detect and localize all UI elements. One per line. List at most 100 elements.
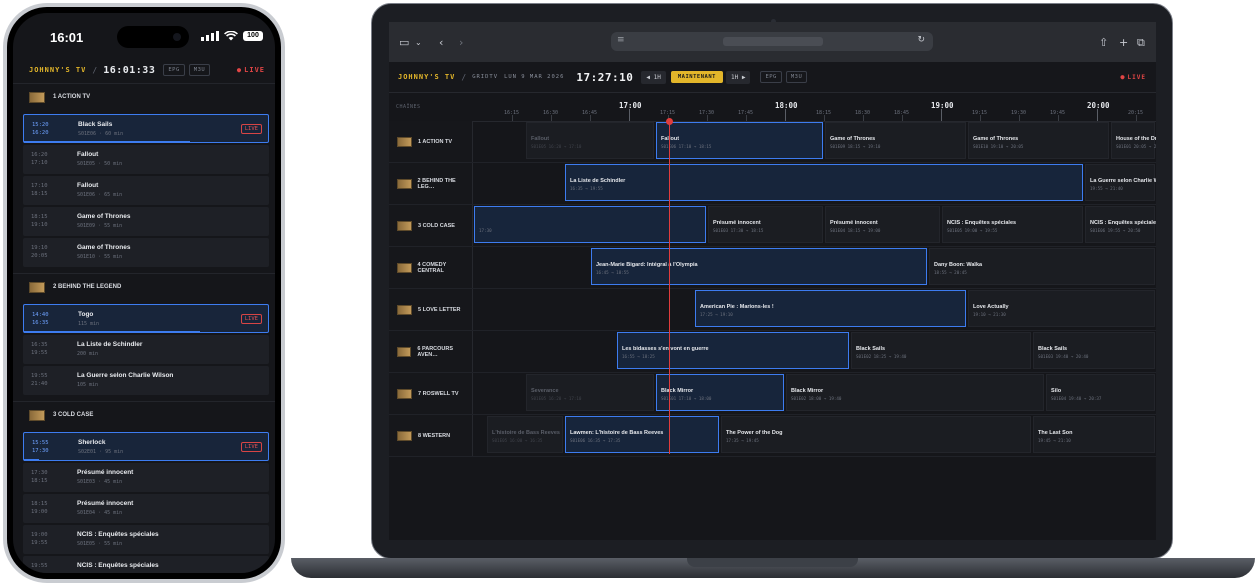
program-subtitle: S01E10 · 55 min (77, 254, 123, 260)
back-icon[interactable]: ‹ (439, 36, 443, 49)
channel-cell[interactable]: 8 WESTERN (389, 415, 473, 456)
channel-logo-icon (397, 178, 412, 189)
channel-cell[interactable]: 2 BEHIND THE LEG… (389, 163, 473, 204)
program-block[interactable]: NCIS : Enquêtes spéciales S01E05 19:00 → … (942, 206, 1083, 243)
epg-button[interactable]: EPG (163, 64, 185, 76)
program-row[interactable]: 14:40 16:35 Togo 115 min LIVE (23, 304, 269, 333)
program-row[interactable]: 19:55 NCIS : Enquêtes spéciales (23, 556, 269, 573)
program-subtitle: S01E06 · 60 min (78, 131, 124, 137)
program-block[interactable]: Jean-Marie Bigard: Intégral à l'Olympia 1… (591, 248, 927, 285)
channel-name: 7 ROSWELL TV (418, 390, 459, 397)
tabs-icon[interactable]: ⧉ (1137, 36, 1145, 50)
program-title: Game of Thrones (973, 136, 1019, 142)
address-bar[interactable]: ≡ ↻ (611, 32, 933, 51)
program-block[interactable]: Lawmen: L'histoire de Bass Reeves S01E06 … (565, 416, 719, 453)
program-time: 17:25 → 19:10 (700, 312, 733, 317)
program-row[interactable]: 19:00 19:55 NCIS : Enquêtes spéciales S01E0… (23, 525, 269, 554)
program-block[interactable]: L'histoire de Bass Reeves S01E05 16:00 → … (487, 416, 563, 453)
program-title: The Last Son (1038, 430, 1073, 436)
program-block[interactable]: House of the Dragon S01E01 20:05 → 21:00 (1111, 122, 1156, 159)
program-block[interactable]: Game of Thrones S01E10 19:10 → 20:05 (968, 122, 1109, 159)
channel-logo-icon (397, 430, 412, 441)
program-row[interactable]: 17:30 18:15 Présumé innocent S01E03 · 45 mi… (23, 463, 269, 492)
prev-hour-button[interactable]: ◀ 1H (641, 70, 666, 84)
url-text (723, 37, 823, 46)
program-block[interactable]: American Pie : Marions-les ! 17:25 → 19:1… (695, 290, 966, 327)
program-block[interactable]: La Liste de Schindler 16:35 → 19:55 (565, 164, 1083, 201)
channel-cell[interactable]: 3 COLD CASE (389, 205, 473, 246)
program-block[interactable]: Black Sails S01E02 18:25 → 19:40 (851, 332, 1031, 369)
timeline-tick (785, 109, 786, 121)
program-title: Black Sails (1038, 346, 1068, 352)
program-row[interactable]: 15:55 17:30 Sherlock S02E01 · 95 min LIVE (23, 432, 269, 461)
channel-header: 3 COLD CASE (13, 401, 275, 428)
program-block[interactable]: Silo S01E04 19:40 → 20:37 (1046, 374, 1155, 411)
program-block[interactable]: 17:30 (474, 206, 706, 243)
program-start: 17:10 (31, 183, 48, 189)
program-start: 15:55 (32, 440, 49, 446)
program-end: 18:15 (31, 191, 48, 197)
program-row[interactable]: 18:15 19:10 Game of Thrones S01E09 · 55 min (23, 207, 269, 236)
channel-cell[interactable]: 6 PARCOURS AVEN… (389, 331, 473, 372)
program-block[interactable]: The Last Son 19:45 → 21:10 (1033, 416, 1155, 453)
program-block[interactable]: The Power of the Dog 17:35 → 19:45 (721, 416, 1031, 453)
clock: 16:01:33 (103, 64, 156, 76)
program-block[interactable]: Fallout S01E06 17:10 → 18:15 (656, 122, 823, 159)
new-tab-icon[interactable]: + (1119, 36, 1128, 49)
program-end: 19:55 (31, 540, 48, 546)
program-title: Severance (531, 388, 559, 394)
program-row[interactable]: 15:20 16:20 Black Sails S01E06 · 60 min LIVE (23, 114, 269, 143)
program-subtitle: S02E01 · 95 min (78, 449, 124, 455)
channel-logo-icon (397, 136, 412, 147)
program-block[interactable]: Game of Thrones S01E09 18:15 → 19:10 (825, 122, 966, 159)
program-block[interactable]: Severance S01E05 16:20 → 17:10 (526, 374, 654, 411)
live-indicator: ● LIVE (1120, 73, 1146, 81)
channel-cell[interactable]: 1 ACTION TV (389, 121, 473, 162)
reload-icon[interactable]: ↻ (917, 35, 925, 45)
channel-cell[interactable]: 5 LOVE LETTER (389, 289, 473, 330)
program-row[interactable]: 18:15 19:00 Présumé innocent S01E04 · 45 mi… (23, 494, 269, 523)
sidebar-icon[interactable]: ▭ (399, 36, 409, 49)
m3u-button[interactable]: M3U (188, 64, 211, 76)
program-block[interactable]: Black Mirror S01E02 18:00 → 19:40 (786, 374, 1044, 411)
program-row[interactable]: 17:10 18:15 Fallout S01E06 · 65 min (23, 176, 269, 205)
program-block[interactable]: NCIS : Enquêtes spéciales S01E06 19:55 → … (1085, 206, 1156, 243)
now-button[interactable]: MAINTENANT (670, 71, 723, 83)
channel-logo-icon (397, 346, 412, 357)
timeline-tick (629, 109, 630, 121)
program-block[interactable]: Présumé innocent S01E03 17:30 → 18:15 (708, 206, 823, 243)
program-row[interactable]: 16:35 19:55 La Liste de Schindler 200 min (23, 335, 269, 364)
chevron-down-icon[interactable]: ⌄ (415, 38, 422, 47)
epg-button[interactable]: EPG (760, 71, 782, 83)
forward-icon[interactable]: › (459, 36, 463, 49)
program-time: S01E02 18:25 → 19:40 (856, 354, 907, 359)
channel-cell[interactable]: 7 ROSWELL TV (389, 373, 473, 414)
next-hour-button[interactable]: 1H ▶ (725, 70, 751, 84)
program-row[interactable]: 19:55 21:40 La Guerre selon Charlie Wilson… (23, 366, 269, 395)
program-title: La Guerre selon Charlie Wilson (1090, 178, 1156, 184)
program-block[interactable]: Les bidasses s'en vont en guerre 16:55 → … (617, 332, 849, 369)
program-subtitle: S01E06 · 65 min (77, 192, 123, 198)
timeline-label: 18:00 (775, 101, 798, 110)
program-block[interactable]: Black Mirror S01E01 17:10 → 18:00 (656, 374, 784, 411)
program-time: S01E09 18:15 → 19:10 (830, 144, 881, 149)
channel-cell[interactable]: 4 COMEDY CENTRAL (389, 247, 473, 288)
program-start: 19:55 (31, 373, 48, 379)
phone-header: JOHNNY'S TV / 16:01:33 EPG M3U ● LIVE (13, 59, 275, 81)
m3u-button[interactable]: M3U (785, 71, 808, 83)
share-icon[interactable]: ⇧ (1099, 36, 1108, 49)
phone-frame: 16:01 100 JOHNNY'S TV / 16:01:33 EPG M3U… (3, 3, 285, 583)
timeline-label: 17:00 (619, 101, 642, 110)
program-block[interactable]: Dany Boon: Waïka 18:55 → 20:45 (929, 248, 1155, 285)
program-block[interactable]: Présumé innocent S01E04 18:15 → 19:00 (825, 206, 940, 243)
program-block[interactable]: Love Actually 19:10 → 21:30 (968, 290, 1155, 327)
program-block[interactable]: Black Sails S01E03 19:40 → 20:40 (1033, 332, 1155, 369)
program-block[interactable]: Fallout S01E05 16:20 → 17:10 (526, 122, 654, 159)
channel-logo-icon (29, 91, 45, 103)
program-block[interactable]: La Guerre selon Charlie Wilson 19:55 → 21… (1085, 164, 1156, 201)
program-row[interactable]: 16:20 17:10 Fallout S01E05 · 50 min (23, 145, 269, 174)
timeline-tick (941, 109, 942, 121)
program-row[interactable]: 19:10 20:05 Game of Thrones S01E10 · 55 min (23, 238, 269, 267)
program-end: 19:55 (31, 350, 48, 356)
program-title: Présumé innocent (77, 469, 134, 476)
